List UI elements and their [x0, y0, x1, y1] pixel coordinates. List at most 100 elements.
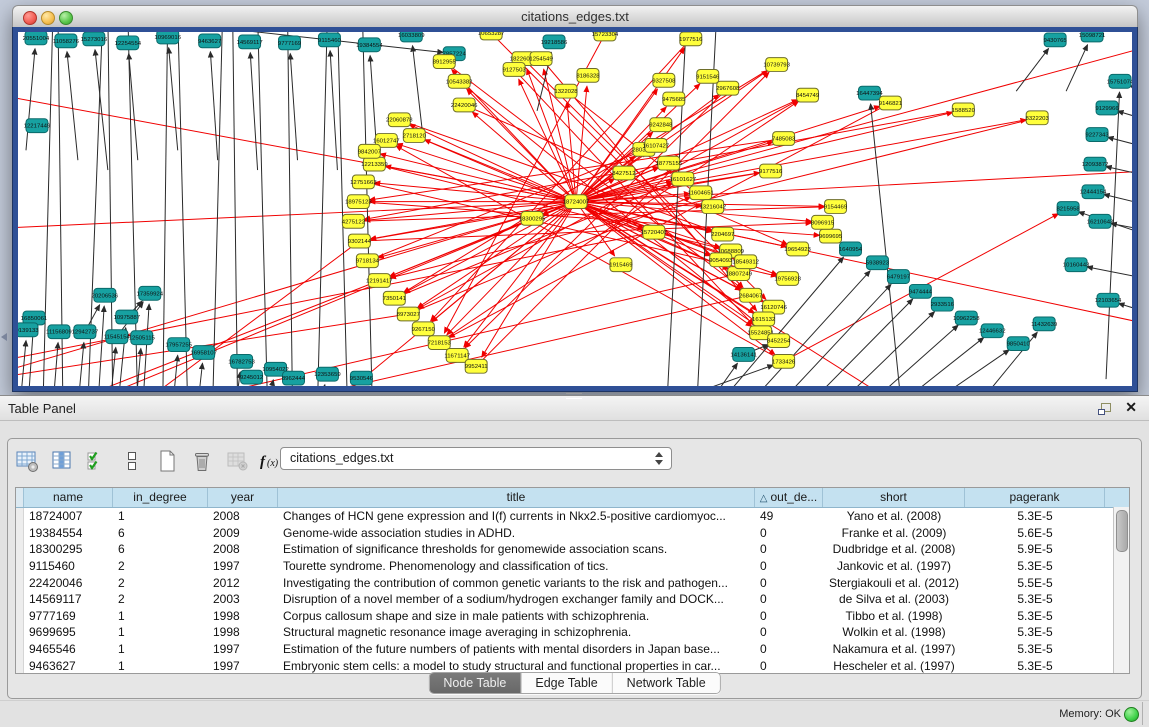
graph-node[interactable]: 20551004: [23, 32, 50, 45]
graph-node[interactable]: 7350141: [383, 291, 407, 305]
graph-edge[interactable]: [866, 325, 958, 386]
graph-node[interactable]: 15751074: [1107, 74, 1132, 88]
graph-node[interactable]: 17957255: [165, 338, 192, 352]
graph-node[interactable]: 5938923: [866, 256, 890, 270]
graph-node[interactable]: 16210643: [1087, 214, 1114, 228]
graph-node[interactable]: 9475685: [662, 92, 686, 106]
graph-node[interactable]: 10543382: [446, 74, 473, 88]
graph-node[interactable]: 9115460: [318, 33, 342, 47]
graph-edge[interactable]: [53, 343, 58, 386]
graph-node[interactable]: 12254554: [115, 36, 142, 50]
delete-rows-icon[interactable]: [189, 448, 215, 474]
graph-node[interactable]: 8096915: [811, 215, 835, 229]
graph-node[interactable]: 14136141: [730, 348, 757, 362]
graph-node[interactable]: 9952411: [465, 359, 489, 373]
graph-edge[interactable]: [210, 52, 217, 160]
graph-edge[interactable]: [28, 329, 33, 386]
graph-node[interactable]: 18300295: [519, 211, 546, 225]
graph-node[interactable]: 7485083: [772, 132, 796, 146]
graph-node[interactable]: 12446632: [979, 324, 1006, 338]
graph-node[interactable]: 1322028: [554, 84, 578, 98]
graph-node[interactable]: 19756928: [774, 272, 801, 286]
table-row[interactable]: 946554611997Estimation of the future num…: [16, 641, 1129, 658]
table-row[interactable]: 977716911998Corpus callosum shape and si…: [16, 608, 1129, 625]
graph-node[interactable]: 9146821: [879, 96, 903, 110]
graph-edge[interactable]: [1130, 86, 1132, 101]
graph-node[interactable]: 9842007: [358, 144, 381, 158]
graph-node[interactable]: 10739793: [763, 58, 790, 72]
graph-edge[interactable]: [576, 112, 953, 201]
graph-node[interactable]: 2204697: [711, 227, 734, 241]
graph-node[interactable]: 2933516: [931, 297, 955, 311]
graph-node[interactable]: 9302144: [348, 234, 372, 248]
graph-edge[interactable]: [576, 170, 1132, 202]
graph-node[interactable]: 12213359: [361, 157, 388, 171]
graph-node[interactable]: 8454749: [796, 88, 820, 102]
graph-edge[interactable]: [871, 104, 902, 386]
graph-node[interactable]: 8973027: [397, 307, 420, 321]
table-panel-header[interactable]: Table Panel ✕: [0, 395, 1149, 421]
graph-node[interactable]: 18724007: [563, 195, 590, 209]
graph-edge[interactable]: [250, 53, 257, 170]
graph-node[interactable]: 7218153: [428, 336, 452, 350]
tab-network-table[interactable]: Network Table: [612, 673, 720, 693]
graph-edge[interactable]: [95, 50, 108, 170]
table-row[interactable]: 1456911722003Disruption of a novel membe…: [16, 591, 1129, 608]
graph-node[interactable]: 16782753: [228, 354, 255, 368]
graph-node[interactable]: 9242848: [649, 118, 673, 132]
graph-node[interactable]: 11545154: [104, 330, 131, 344]
graph-node[interactable]: 9777169: [278, 36, 302, 50]
graph-node[interactable]: 9151546: [696, 69, 720, 83]
graph-node[interactable]: 10969016: [154, 32, 181, 44]
graph-node[interactable]: 9054093: [709, 253, 733, 267]
graph-node[interactable]: 11156809: [46, 325, 72, 339]
graph-node[interactable]: 1915469: [609, 258, 633, 272]
graph-edge[interactable]: [330, 51, 337, 170]
column-header-short[interactable]: short: [823, 488, 965, 507]
graph-node[interactable]: 22420046: [451, 98, 478, 112]
column-header-name[interactable]: name: [24, 488, 113, 507]
row-height-icon[interactable]: [119, 448, 145, 474]
column-header-in-degree[interactable]: in_degree: [113, 488, 208, 507]
column-header-pagerank[interactable]: pagerank: [965, 488, 1105, 507]
graph-node[interactable]: 9154469: [824, 200, 848, 214]
graph-node[interactable]: 20206536: [92, 288, 119, 302]
graph-edge[interactable]: [399, 120, 712, 231]
graph-node[interactable]: 1254549: [529, 52, 553, 66]
graph-node[interactable]: 9430765: [1044, 33, 1068, 47]
graph-edge[interactable]: [359, 223, 811, 241]
graph-edge[interactable]: [1108, 137, 1132, 152]
graph-node[interactable]: 12217449: [24, 119, 51, 133]
table-column-icon[interactable]: [49, 448, 75, 474]
graph-node[interactable]: 9718134: [356, 254, 380, 268]
graph-node[interactable]: 1640954: [839, 242, 863, 256]
graph-edge[interactable]: [1118, 111, 1132, 126]
graph-node[interactable]: 10653287: [478, 32, 505, 40]
panel-collapse-arrow-icon[interactable]: [1, 333, 7, 341]
graph-edge[interactable]: [369, 138, 783, 199]
graph-node[interactable]: 22060878: [386, 113, 413, 127]
graph-edge[interactable]: [233, 32, 238, 386]
graph-edge[interactable]: [439, 101, 798, 342]
table-row[interactable]: 1938455462009Genome-wide association stu…: [16, 525, 1129, 542]
graph-node[interactable]: 16107427: [643, 138, 670, 152]
close-panel-icon[interactable]: ✕: [1125, 399, 1137, 416]
graph-node[interactable]: 17359924: [136, 286, 163, 300]
graph-edge[interactable]: [1016, 49, 1048, 92]
graph-edge[interactable]: [896, 338, 983, 386]
graph-edge[interactable]: [20, 341, 26, 386]
graph-node[interactable]: 9177516: [759, 164, 783, 178]
graph-node[interactable]: 10962258: [953, 311, 980, 325]
graph-edge[interactable]: [1119, 303, 1132, 318]
scrollbar-thumb[interactable]: [1116, 510, 1128, 552]
float-panel-icon[interactable]: [1097, 402, 1113, 421]
table-row[interactable]: 911546021997Tourette syndrome. Phenomeno…: [16, 558, 1129, 575]
graph-edge[interactable]: [319, 385, 324, 386]
graph-edge[interactable]: [169, 48, 178, 151]
graph-edge[interactable]: [213, 32, 223, 386]
graph-node[interactable]: 9474444: [909, 284, 933, 298]
graph-node[interactable]: 8912955: [433, 55, 457, 69]
graph-node[interactable]: 12353659: [314, 367, 341, 381]
graph-node[interactable]: 19218586: [541, 35, 568, 49]
network-canvas[interactable]: 2055100411058276152730161225455410969016…: [18, 32, 1132, 386]
